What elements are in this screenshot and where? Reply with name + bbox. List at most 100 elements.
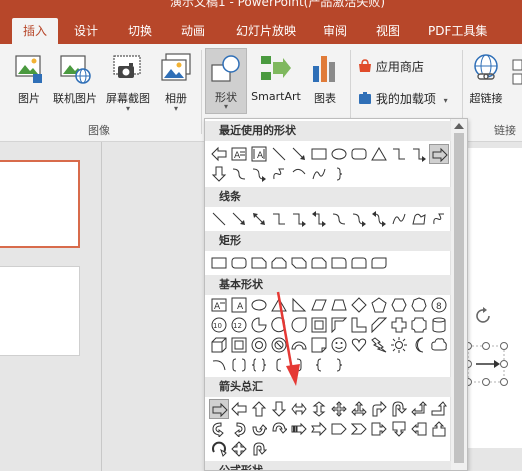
frame-shape[interactable]	[309, 315, 329, 335]
triangle-shape[interactable]	[369, 144, 389, 164]
bent-up-arrow-shape[interactable]	[429, 399, 449, 419]
vertical-text-box-shape[interactable]: A	[229, 295, 249, 315]
circular-arrow-shape[interactable]	[209, 439, 229, 459]
picture-button[interactable]: 图片	[10, 50, 48, 120]
elbow-connector-shape[interactable]	[269, 209, 289, 229]
round-diagonal-rectangle-shape[interactable]	[369, 253, 389, 273]
text-box-shape[interactable]: A	[209, 295, 229, 315]
donut-shape[interactable]	[249, 335, 269, 355]
curved-down-arrow-shape[interactable]	[269, 419, 289, 439]
album-button[interactable]: 相册 ▾	[157, 50, 195, 120]
arc-shape[interactable]	[289, 164, 309, 184]
hexagon-shape[interactable]	[389, 295, 409, 315]
line-shape[interactable]	[209, 209, 229, 229]
rounded-rectangle-shape[interactable]	[229, 253, 249, 273]
store-button[interactable]: 应用商店	[358, 58, 424, 75]
snip-round-rectangle-shape[interactable]	[309, 253, 329, 273]
l-shape[interactable]	[349, 315, 369, 335]
snip-diagonal-rectangle-shape[interactable]	[289, 253, 309, 273]
rounded-rectangle-shape[interactable]	[349, 144, 369, 164]
diagonal-stripe-shape[interactable]	[369, 315, 389, 335]
quad-arrow-callout-shape[interactable]	[229, 439, 249, 459]
pentagon-arrow-shape[interactable]	[329, 419, 349, 439]
slide-thumbnail-2[interactable]	[0, 266, 80, 356]
panel-divider[interactable]	[101, 142, 102, 471]
down-arrow-shape[interactable]	[209, 164, 229, 184]
double-brace-shape[interactable]	[249, 355, 269, 375]
left-arrow-shape[interactable]	[229, 399, 249, 419]
elbow-double-arrow-connector-shape[interactable]	[309, 209, 329, 229]
curve-shape[interactable]	[389, 209, 409, 229]
dodecagon-shape[interactable]: 12	[229, 315, 249, 335]
tab-pdf-tools[interactable]: PDF工具集	[428, 18, 487, 44]
elbow-arrow-connector-shape[interactable]	[289, 209, 309, 229]
curved-arrow-connector-shape[interactable]	[349, 209, 369, 229]
parallelogram-shape[interactable]	[309, 295, 329, 315]
heart-shape[interactable]	[349, 335, 369, 355]
curved-connector-shape[interactable]	[329, 209, 349, 229]
left-right-arrow-shape[interactable]	[289, 399, 309, 419]
left-arrow-callout-shape[interactable]	[409, 419, 429, 439]
half-frame-shape[interactable]	[329, 315, 349, 335]
shapes-button[interactable]: 形状 ▾	[205, 48, 247, 114]
notched-right-arrow-shape[interactable]	[309, 419, 329, 439]
slide-thumbnail-1[interactable]	[0, 160, 80, 248]
curved-up-arrow-shape[interactable]	[249, 419, 269, 439]
folded-corner-shape[interactable]	[309, 335, 329, 355]
double-bracket-shape[interactable]	[229, 355, 249, 375]
curved-right-arrow-shape[interactable]	[209, 419, 229, 439]
pie-shape[interactable]	[249, 315, 269, 335]
right-arrow-shape[interactable]	[429, 144, 449, 164]
selected-shape[interactable]	[464, 342, 510, 386]
striped-right-arrow-shape[interactable]	[289, 419, 309, 439]
tab-review[interactable]: 审阅	[323, 18, 347, 44]
double-arrow-line-shape[interactable]	[249, 209, 269, 229]
text-box-shape[interactable]: A	[229, 144, 249, 164]
elbow-connector-shape[interactable]	[389, 144, 409, 164]
left-brace-shape[interactable]	[309, 355, 329, 375]
curved-double-arrow-connector-shape[interactable]	[369, 209, 389, 229]
cloud-shape[interactable]	[429, 335, 449, 355]
vertical-text-box-shape[interactable]: A	[249, 144, 269, 164]
moon-shape[interactable]	[409, 335, 429, 355]
cube-shape[interactable]	[209, 335, 229, 355]
right-brace-shape[interactable]	[329, 355, 349, 375]
dropdown-scrollbar[interactable]	[450, 119, 467, 470]
slide-canvas[interactable]	[462, 148, 522, 448]
screenshot-button[interactable]: 屏幕截图 ▾	[102, 50, 154, 120]
rectangle-shape[interactable]	[309, 144, 329, 164]
u-turn-arrow-small-shape[interactable]	[249, 439, 269, 459]
left-right-up-arrow-shape[interactable]	[349, 399, 369, 419]
rectangle-shape[interactable]	[209, 253, 229, 273]
pentagon-shape[interactable]	[369, 295, 389, 315]
freeform-scribble-shape[interactable]	[269, 164, 289, 184]
left-arrow-shape[interactable]	[209, 144, 229, 164]
left-up-arrow-shape[interactable]	[409, 399, 429, 419]
curved-left-arrow-shape[interactable]	[229, 419, 249, 439]
right-brace-shape[interactable]	[329, 164, 349, 184]
arrow-line-shape[interactable]	[229, 209, 249, 229]
quad-arrow-shape[interactable]	[329, 399, 349, 419]
octagon-shape[interactable]: 8	[429, 295, 449, 315]
cross-shape[interactable]	[389, 315, 409, 335]
up-arrow-shape[interactable]	[249, 399, 269, 419]
down-arrow-shape[interactable]	[269, 399, 289, 419]
u-turn-arrow-shape[interactable]	[389, 399, 409, 419]
round-same-side-rectangle-shape[interactable]	[349, 253, 369, 273]
elbow-arrow-connector-shape[interactable]	[409, 144, 429, 164]
tab-insert[interactable]: 插入	[12, 18, 59, 44]
freeform-shape[interactable]	[409, 209, 429, 229]
oval-shape[interactable]	[249, 295, 269, 315]
bevel-shape[interactable]	[229, 335, 249, 355]
snip-single-corner-rectangle-shape[interactable]	[249, 253, 269, 273]
heptagon-shape[interactable]	[409, 295, 429, 315]
can-shape[interactable]	[429, 315, 449, 335]
action-button[interactable]	[510, 58, 522, 108]
scribble-shape[interactable]	[429, 209, 449, 229]
hyperlink-button[interactable]: 超链接	[466, 50, 506, 120]
curved-connector-shape[interactable]	[229, 164, 249, 184]
oval-shape[interactable]	[329, 144, 349, 164]
diamond-shape[interactable]	[349, 295, 369, 315]
trapezoid-shape[interactable]	[329, 295, 349, 315]
tab-animations[interactable]: 动画	[181, 18, 205, 44]
